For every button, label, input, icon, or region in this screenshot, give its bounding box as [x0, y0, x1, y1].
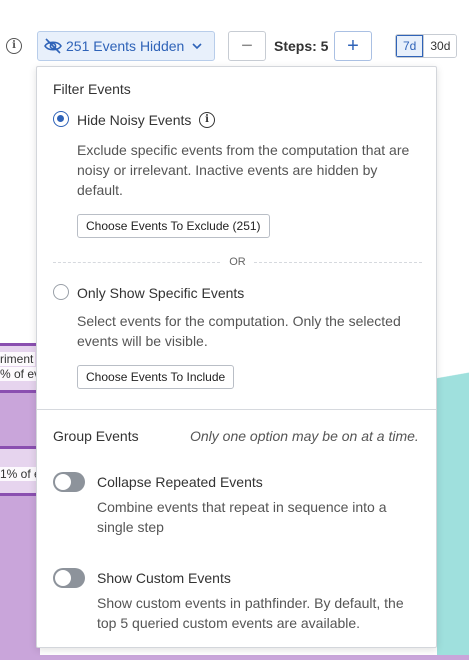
group-events-note: Only one option may be on at a time. — [190, 428, 419, 444]
only-show-label[interactable]: Only Show Specific Events — [77, 285, 244, 301]
date-range-selector: 7d 30d — [395, 34, 458, 58]
increase-steps-button[interactable]: + — [334, 31, 372, 61]
range-30d-button[interactable]: 30d — [423, 35, 457, 57]
divider — [254, 262, 422, 263]
eye-slash-icon — [44, 38, 62, 54]
hide-noisy-label[interactable]: Hide Noisy Events — [77, 112, 191, 128]
chart-bottom-flow — [0, 655, 469, 660]
show-custom-description: Show custom events in pathfinder. By def… — [97, 595, 404, 631]
steps-label: Steps: 5 — [274, 38, 329, 54]
events-hidden-label: 251 Events Hidden — [66, 38, 185, 54]
events-hidden-button[interactable]: 251 Events Hidden — [37, 31, 215, 61]
group-events-title: Group Events — [53, 428, 139, 444]
filter-events-popover: Filter Events Hide Noisy Events i Exclud… — [36, 66, 437, 648]
show-custom-label[interactable]: Show Custom Events — [97, 570, 231, 586]
collapse-repeated-toggle[interactable] — [53, 472, 85, 492]
chart-flow-teal-top — [437, 360, 469, 390]
only-show-radio[interactable] — [53, 284, 69, 300]
show-custom-toggle[interactable] — [53, 568, 85, 588]
info-icon[interactable]: i — [199, 112, 215, 128]
only-show-description: Select events for the computation. Only … — [77, 313, 401, 349]
range-7d-button[interactable]: 7d — [396, 35, 424, 57]
choose-include-button[interactable]: Choose Events To Include — [77, 365, 235, 389]
chart-label-1a: riment — [0, 352, 36, 366]
section-divider — [37, 409, 436, 410]
chart-flow-teal — [437, 390, 469, 660]
toolbar: i 251 Events Hidden − Steps: 5 + 7d 30d — [0, 30, 469, 62]
or-separator: OR — [53, 254, 422, 270]
collapse-repeated-label[interactable]: Collapse Repeated Events — [97, 474, 263, 490]
hide-noisy-description: Exclude specific events from the computa… — [77, 142, 410, 198]
choose-exclude-button[interactable]: Choose Events To Exclude (251) — [77, 214, 270, 238]
info-icon[interactable]: i — [6, 38, 22, 54]
decrease-steps-button[interactable]: − — [228, 31, 266, 61]
hide-noisy-radio[interactable] — [53, 111, 69, 127]
filter-events-title: Filter Events — [53, 81, 131, 97]
collapse-repeated-description: Combine events that repeat in sequence i… — [97, 499, 387, 535]
chevron-down-icon — [192, 42, 202, 49]
